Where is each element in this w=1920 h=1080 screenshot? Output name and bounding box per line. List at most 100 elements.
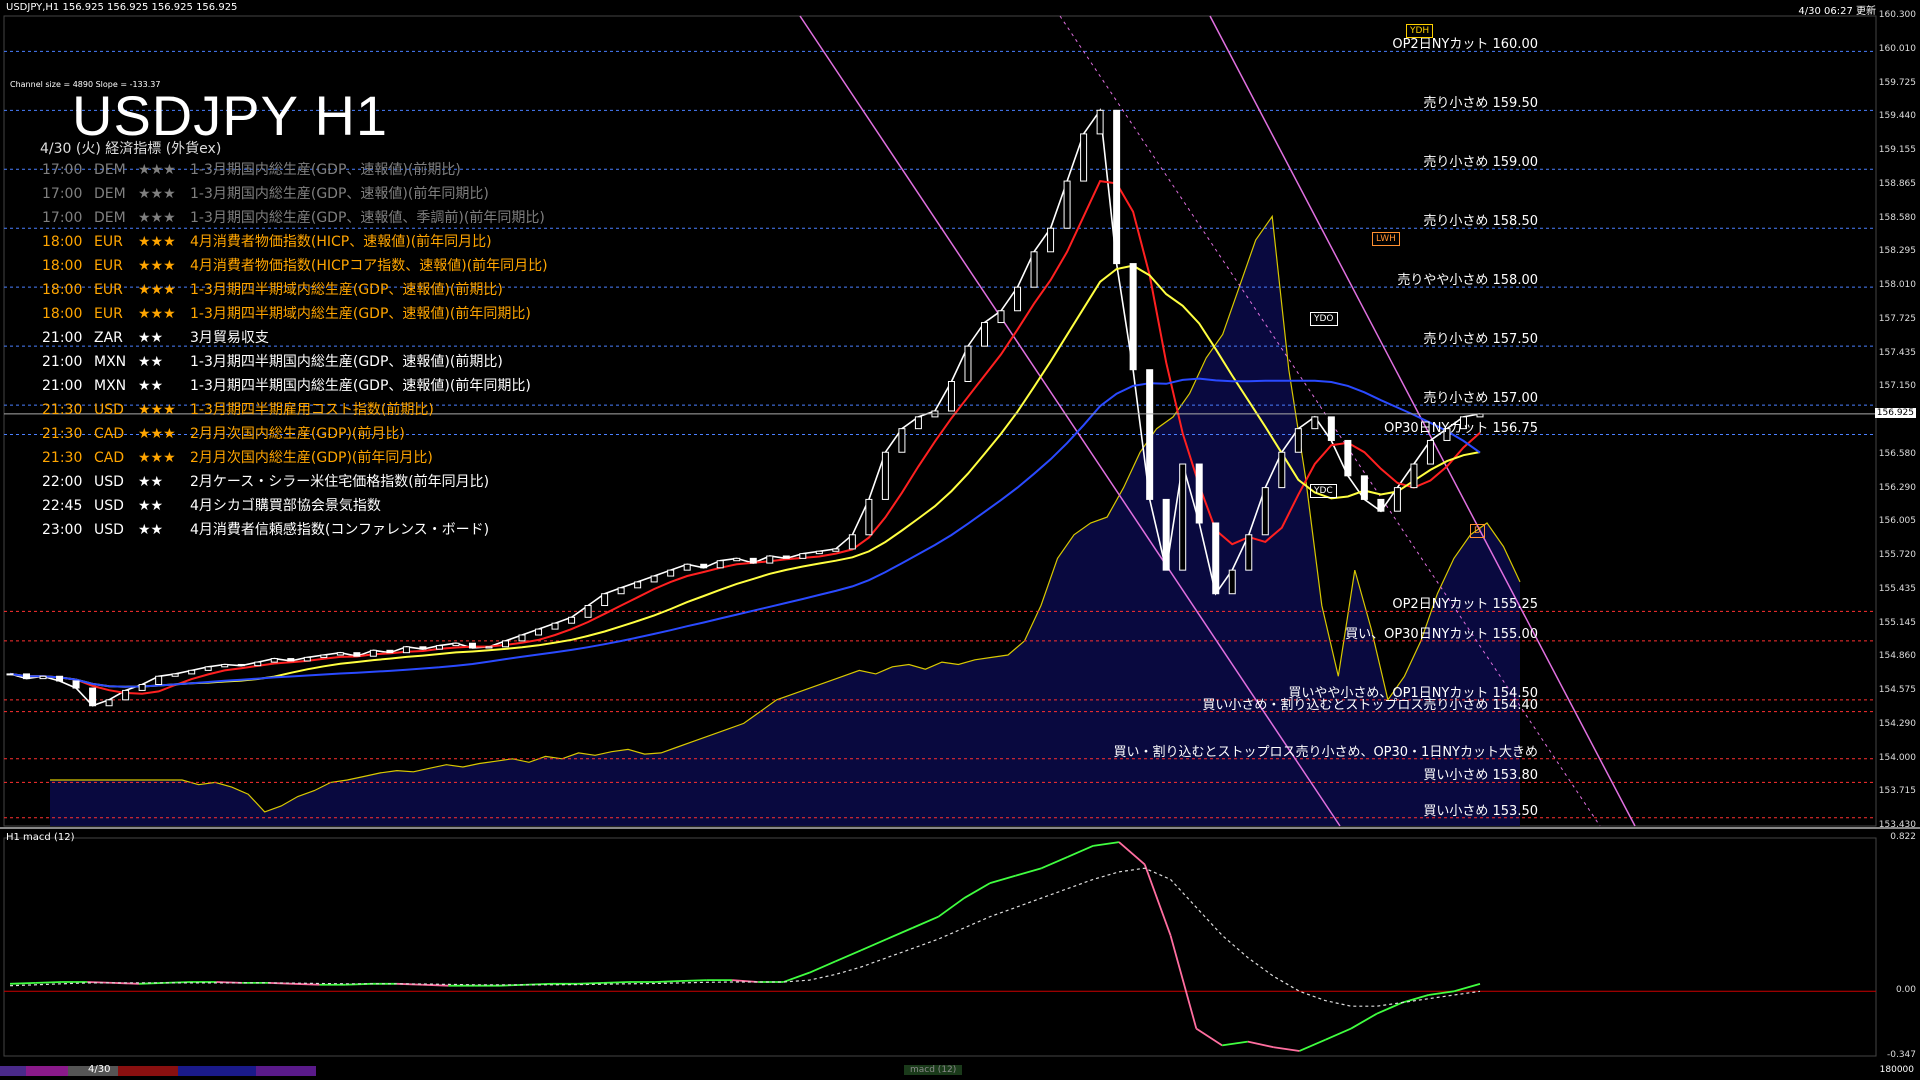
- candle: [881, 451, 889, 500]
- price-tick-label: 158.295: [1878, 246, 1916, 257]
- calendar-stars: ★★: [138, 498, 164, 514]
- calendar-name: 4月消費者信頼感指数(コンファレンス・ボード): [190, 522, 490, 538]
- calendar-stars: ★★★: [138, 426, 176, 442]
- price-tick-label: 158.580: [1878, 212, 1916, 223]
- candle: [1228, 569, 1236, 595]
- calendar-time: 22:45: [42, 498, 83, 514]
- calendar-time: 21:00: [42, 330, 83, 346]
- candle: [650, 575, 658, 583]
- calendar-stars: ★★★: [138, 258, 176, 274]
- candle: [667, 569, 675, 577]
- calendar-time: 18:00: [42, 258, 83, 274]
- indicator-tab[interactable]: macd (12): [904, 1065, 963, 1075]
- candle: [716, 560, 724, 569]
- level-label: 売りやや小さめ 158.00: [1397, 273, 1538, 289]
- candle: [964, 345, 972, 383]
- calendar-stars: ★★★: [138, 450, 176, 466]
- candle: [23, 673, 31, 680]
- calendar-time: 17:00: [42, 186, 83, 202]
- calendar-currency: MXN: [94, 378, 127, 394]
- candle: [1426, 439, 1434, 465]
- price-tick-label: 156.290: [1878, 482, 1916, 493]
- candle: [535, 628, 543, 636]
- update-time: 4/30 06:27 更新: [1798, 6, 1876, 17]
- strip-date: 4/30: [88, 1064, 111, 1075]
- macd-main-segment: [293, 982, 320, 986]
- calendar-stars: ★★: [138, 354, 164, 370]
- strip-segment: [26, 1066, 68, 1076]
- candle: [1261, 487, 1269, 536]
- calendar-time: 23:00: [42, 522, 83, 538]
- calendar-currency: CAD: [94, 450, 125, 466]
- candle: [1311, 416, 1319, 430]
- macd-main-segment: [1273, 1046, 1300, 1052]
- macd-main-segment: [1118, 841, 1146, 866]
- bottom-strip[interactable]: 4/30 macd (12) 180000: [0, 1062, 1920, 1080]
- macd-tick-label: 0.00: [1895, 985, 1916, 996]
- calendar-stars: ★★: [138, 474, 164, 490]
- calendar-time: 21:00: [42, 378, 83, 394]
- calendar-name: 1-3月期四半期雇用コスト指数(前期比): [190, 402, 434, 418]
- price-tick-label: 153.430: [1878, 820, 1916, 830]
- macd-main-segment: [834, 949, 862, 963]
- candle: [452, 642, 460, 647]
- candle: [1162, 498, 1170, 571]
- macd-main-segment: [886, 927, 913, 940]
- price-tick-label: 160.010: [1878, 44, 1916, 55]
- macd-tick-label: 0.822: [1890, 832, 1916, 842]
- candle: [1195, 463, 1203, 524]
- price-tick-label: 156.580: [1878, 448, 1916, 459]
- candle: [138, 684, 146, 691]
- candle: [6, 673, 14, 676]
- strip-segment: [256, 1066, 316, 1076]
- candle: [204, 666, 212, 671]
- candle: [1294, 428, 1302, 453]
- level-label: OP2日NYカット 155.25: [1392, 597, 1538, 613]
- calendar-currency: EUR: [94, 234, 123, 250]
- candle: [1146, 369, 1154, 500]
- calendar-name: 4月消費者物価指数(HICP、速報値)(前年同月比): [190, 234, 492, 250]
- candle: [914, 416, 922, 430]
- candle: [320, 654, 328, 658]
- macd-main-segment: [809, 960, 836, 974]
- candle: [766, 555, 774, 564]
- candle: [947, 381, 955, 412]
- candle: [1344, 439, 1352, 477]
- macd-main-segment: [35, 981, 62, 984]
- calendar-stars: ★★★: [138, 402, 176, 418]
- calendar-stars: ★★★: [138, 186, 176, 202]
- candle: [468, 642, 476, 649]
- candle: [485, 646, 493, 649]
- candle: [683, 563, 691, 571]
- tag-lwh: LWH: [1372, 232, 1400, 246]
- level-label: 買い小さめ・割り込むとストップロス売り小さめ 154.40: [1202, 697, 1538, 713]
- price-tick-label: 156.925: [1874, 407, 1916, 418]
- price-tick-label: 158.010: [1878, 280, 1916, 290]
- calendar-name: 1-3月期国内総生産(GDP、速報値)(前期比): [190, 162, 461, 178]
- calendar-currency: EUR: [94, 306, 123, 322]
- macd-main-segment: [937, 897, 965, 918]
- calendar-currency: ZAR: [94, 330, 123, 346]
- price-tick-label: 154.575: [1878, 685, 1916, 695]
- candle: [1360, 475, 1368, 500]
- candle: [105, 699, 113, 707]
- candle: [898, 428, 906, 453]
- calendar-currency: USD: [94, 474, 124, 490]
- macd-main-segment: [1402, 994, 1429, 1004]
- candle: [1179, 463, 1187, 571]
- price-tick-label: 157.435: [1878, 347, 1916, 358]
- macd-main-segment: [1350, 1012, 1378, 1030]
- calendar-currency: DEM: [94, 162, 126, 178]
- calendar-currency: CAD: [94, 426, 125, 442]
- macd-main-segment: [963, 882, 991, 899]
- price-tick-label: 153.715: [1878, 786, 1916, 797]
- candle: [1212, 522, 1220, 595]
- candle: [1030, 251, 1038, 288]
- macd-main-segment: [989, 874, 1017, 884]
- calendar-currency: DEM: [94, 210, 126, 226]
- symbol-title: USDJPY H1: [72, 84, 389, 147]
- calendar-time: 18:00: [42, 306, 83, 322]
- calendar-stars: ★★: [138, 330, 164, 346]
- candle: [1393, 487, 1401, 512]
- macd-main-segment: [1428, 990, 1455, 996]
